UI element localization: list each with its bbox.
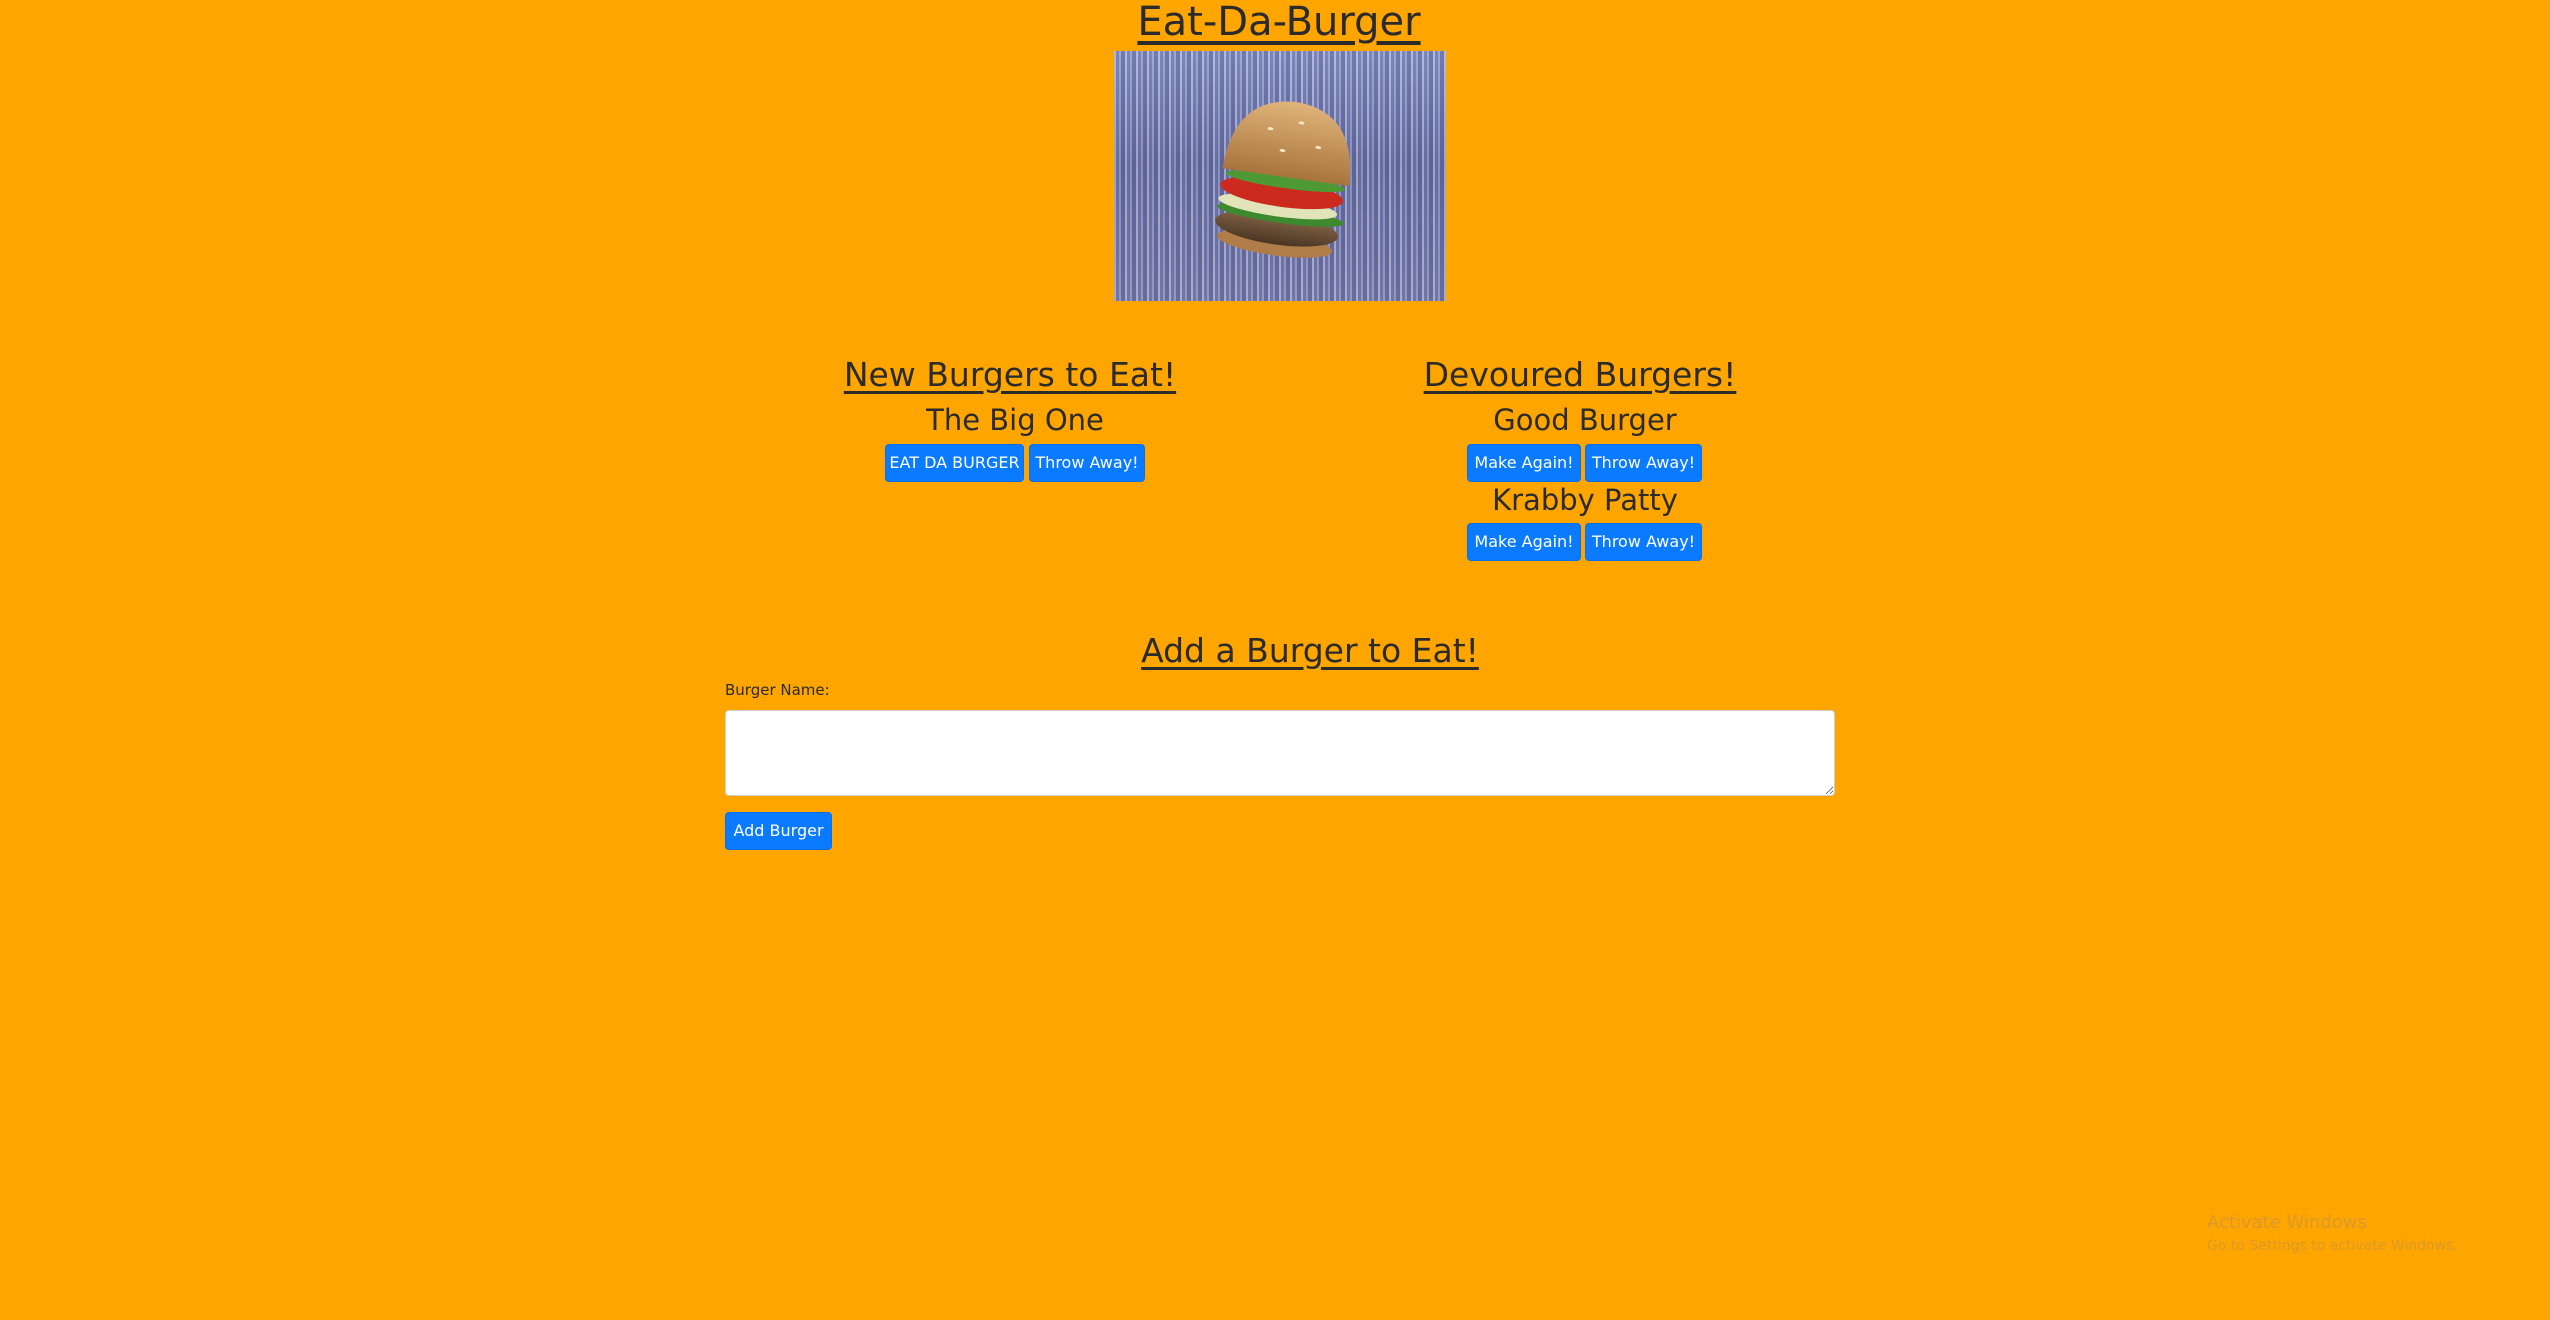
activate-windows-title: Activate Windows (2207, 1212, 2367, 1233)
burger-image (1114, 51, 1446, 301)
devoured-burgers-heading: Devoured Burgers! (1423, 355, 1737, 394)
make-again-button[interactable]: Make Again! (1467, 444, 1581, 482)
page-title: Eat-Da-Burger (1137, 0, 1421, 45)
eat-burger-button[interactable]: EAT DA BURGER (885, 444, 1024, 482)
throw-away-button[interactable]: Throw Away! (1029, 444, 1145, 482)
devoured-burger-name: Good Burger (1493, 403, 1677, 437)
burger-icon (1215, 101, 1351, 258)
make-again-button[interactable]: Make Again! (1467, 523, 1581, 561)
new-burgers-heading: New Burgers to Eat! (843, 355, 1177, 394)
devoured-burger-name: Krabby Patty (1492, 483, 1678, 517)
burger-name-input[interactable] (725, 710, 1835, 796)
new-burger-name: The Big One (926, 403, 1104, 437)
throw-away-button[interactable]: Throw Away! (1585, 523, 1702, 561)
burger-name-label: Burger Name: (725, 681, 830, 699)
add-burger-heading: Add a Burger to Eat! (1141, 631, 1479, 670)
add-burger-button[interactable]: Add Burger (725, 812, 832, 850)
throw-away-button[interactable]: Throw Away! (1585, 444, 1702, 482)
activate-windows-subtitle: Go to Settings to activate Windows. (2207, 1238, 2458, 1254)
